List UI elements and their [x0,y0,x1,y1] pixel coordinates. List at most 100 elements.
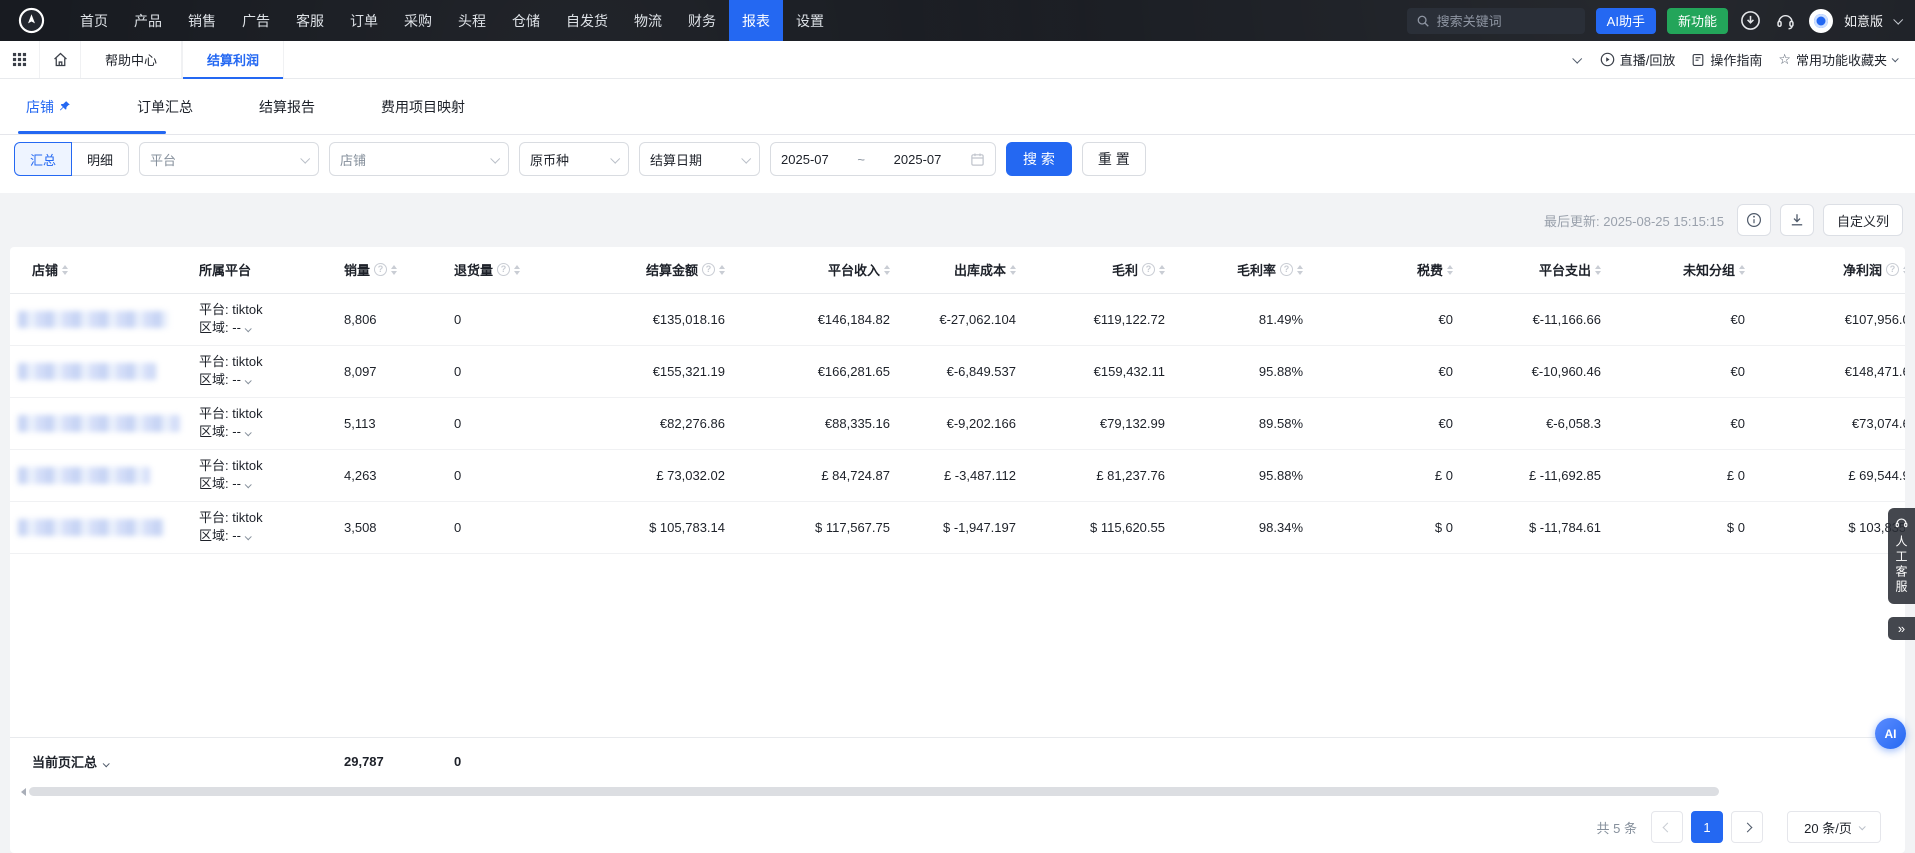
returns-cell: 0 [446,501,563,553]
expand-region-icon[interactable] [245,377,252,384]
help-icon[interactable] [1280,263,1293,276]
sort-icon[interactable] [719,265,725,275]
platform-cell: 平台: tiktok 区域: -- [191,449,336,501]
tax-cell: £ 0 [1311,449,1461,501]
chevron-down-icon [1892,55,1899,62]
nav-menu-item[interactable]: 财务 [675,0,729,41]
tab-settlement-profit[interactable]: 结算利润 [182,41,284,78]
report-tab[interactable]: 店铺 [26,79,71,134]
store-name-blurred[interactable] [18,519,164,536]
nav-menu-item[interactable]: 采购 [391,0,445,41]
nav-menu-item[interactable]: 订单 [337,0,391,41]
headset-icon[interactable] [1774,9,1798,33]
chevron-down-icon [741,153,751,163]
next-page-button[interactable] [1731,811,1763,843]
help-icon[interactable] [1142,263,1155,276]
info-button[interactable] [1737,204,1771,236]
store-name-blurred[interactable] [18,415,180,432]
collapse-tabs-icon[interactable] [1572,54,1582,64]
help-icon[interactable] [1886,263,1899,276]
nav-menu-item[interactable]: 报表 [729,0,783,41]
nav-menu-item[interactable]: 销售 [175,0,229,41]
report-tab[interactable]: 结算报告 [259,79,315,134]
sort-icon[interactable] [1739,265,1745,275]
prev-page-button[interactable] [1651,811,1683,843]
sort-icon[interactable] [1159,265,1165,275]
favorites-link[interactable]: ☆ 常用功能收藏夹 [1778,50,1901,69]
expand-region-icon[interactable] [245,429,252,436]
sort-icon[interactable] [1595,265,1601,275]
chevron-down-icon[interactable] [1893,15,1903,25]
export-button[interactable] [1780,204,1814,236]
apps-grid-icon[interactable] [0,41,40,78]
chevron-down-icon [300,153,310,163]
nav-menu-item[interactable]: 客服 [283,0,337,41]
search-button[interactable]: 搜 索 [1006,142,1072,176]
ai-float-button[interactable]: AI [1875,718,1906,749]
new-features-button[interactable]: 新功能 [1667,8,1728,34]
live-replay-link[interactable]: 直播/回放 [1600,50,1676,69]
help-icon[interactable] [497,263,510,276]
help-icon[interactable] [702,263,715,276]
expand-region-icon[interactable] [245,325,252,332]
sort-icon[interactable] [1903,265,1905,275]
nav-menu-item[interactable]: 设置 [783,0,837,41]
sort-icon[interactable] [62,265,68,275]
avatar[interactable] [1809,9,1833,33]
date-range-picker[interactable]: 2025-07 ~ 2025-07 [770,142,996,176]
store-select[interactable]: 店铺 [329,142,509,176]
sort-icon[interactable] [514,265,520,275]
store-name-blurred[interactable] [18,311,168,328]
currency-select[interactable]: 原币种 [519,142,629,176]
expand-region-icon[interactable] [245,481,252,488]
top-nav: 首页 产品 销售 广告 客服 订单 采购 头程 仓储 自发货 物流 财务 报表 … [0,0,1915,41]
sort-icon[interactable] [884,265,890,275]
scroll-left-icon[interactable] [17,788,26,796]
sort-icon[interactable] [391,265,397,275]
platform-select[interactable]: 平台 [139,142,319,176]
scrollbar-thumb[interactable] [29,787,1719,796]
summary-dropdown-icon[interactable] [103,760,110,767]
customize-columns-button[interactable]: 自定义列 [1823,204,1903,236]
store-name-blurred[interactable] [18,363,156,380]
ai-assistant-button[interactable]: AI助手 [1596,8,1656,34]
unknown-group-cell: €0 [1609,345,1753,397]
nav-menu-item[interactable]: 广告 [229,0,283,41]
outbound-cost-cell: €-9,202.166 [898,397,1024,449]
reset-button[interactable]: 重 置 [1082,142,1146,176]
gross-rate-cell: 98.34% [1173,501,1311,553]
download-circle-icon[interactable] [1739,9,1763,33]
nav-menu-item[interactable]: 首页 [67,0,121,41]
sort-icon[interactable] [1447,265,1453,275]
outbound-cost-cell: €-27,062.104 [898,293,1024,345]
collapse-panel-button[interactable]: » [1888,617,1915,640]
nav-menu-item[interactable]: 物流 [621,0,675,41]
mode-summary-button[interactable]: 汇总 [14,142,72,176]
search-input[interactable]: 搜索关键词 [1407,8,1585,34]
nav-menu-item[interactable]: 自发货 [553,0,621,41]
customer-service-panel[interactable]: 人工客服 [1888,508,1915,604]
tab-help-center[interactable]: 帮助中心 [80,41,182,78]
page-size-select[interactable]: 20 条/页 [1787,811,1881,843]
customer-service-label: 人工客服 [1893,535,1910,595]
help-icon[interactable] [374,263,387,276]
page-1-button[interactable]: 1 [1691,811,1723,843]
chevron-left-icon [1662,822,1672,832]
app-logo[interactable] [18,7,45,34]
expand-region-icon[interactable] [245,533,252,540]
sort-icon[interactable] [1010,265,1016,275]
nav-menu-item[interactable]: 头程 [445,0,499,41]
report-tab[interactable]: 费用项目映射 [381,79,465,134]
edition-label[interactable]: 如意版 [1844,11,1883,30]
nav-menu-item[interactable]: 产品 [121,0,175,41]
mode-detail-button[interactable]: 明细 [72,142,129,176]
store-name-blurred[interactable] [18,467,150,484]
tax-cell: €0 [1311,345,1461,397]
report-tab[interactable]: 订单汇总 [137,79,193,134]
unknown-group-cell: £ 0 [1609,449,1753,501]
date-type-select[interactable]: 结算日期 [639,142,760,176]
sort-icon[interactable] [1297,265,1303,275]
guide-link[interactable]: 操作指南 [1691,50,1762,69]
nav-menu-item[interactable]: 仓储 [499,0,553,41]
home-icon[interactable] [40,41,80,78]
